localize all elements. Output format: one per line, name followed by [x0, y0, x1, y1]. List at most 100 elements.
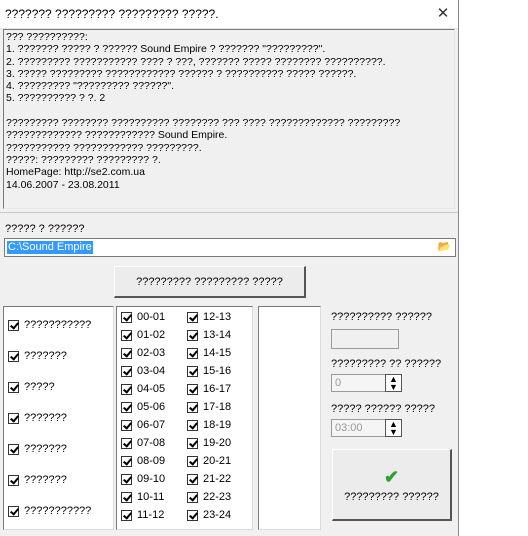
category-checkbox[interactable]: ????? — [8, 381, 55, 393]
hour-checkbox[interactable]: 09-10 — [121, 473, 165, 485]
checkbox-checked-icon[interactable] — [121, 473, 132, 485]
hour-checkbox[interactable]: 00-01 — [121, 311, 165, 323]
info-line: ??? ??????????: — [6, 31, 88, 43]
category-checkbox[interactable]: ??????? — [8, 474, 67, 486]
setting-field-1[interactable] — [331, 329, 399, 349]
hour-checkbox[interactable]: 01-02 — [121, 329, 165, 341]
category-checkbox[interactable]: ??????? — [8, 350, 67, 362]
setting-field-2[interactable]: 0 — [331, 374, 386, 392]
hour-label: 07-08 — [137, 437, 166, 449]
hour-checkbox[interactable]: 06-07 — [121, 419, 165, 431]
setting-label-3: ????? ?????? ????? — [331, 403, 435, 415]
hour-checkbox[interactable]: 10-11 — [121, 491, 164, 503]
checkbox-checked-icon[interactable] — [8, 412, 19, 424]
category-label: ??????????? — [24, 505, 92, 517]
hour-checkbox[interactable]: 22-23 — [187, 491, 231, 503]
checkbox-checked-icon[interactable] — [187, 455, 198, 467]
checkbox-checked-icon[interactable] — [121, 401, 132, 413]
hour-checkbox[interactable]: 03-04 — [121, 365, 165, 377]
checkbox-checked-icon[interactable] — [8, 319, 19, 331]
spinner-arrows-icon[interactable]: ▲ ▼ — [385, 419, 402, 437]
hour-checkbox[interactable]: 08-09 — [121, 455, 165, 467]
checkbox-checked-icon[interactable] — [187, 491, 198, 503]
hour-label: 11-12 — [137, 509, 165, 521]
info-line: 2. ????????? ??????????? ???? ? ???, ???… — [6, 55, 386, 68]
hour-label: 06-07 — [137, 419, 166, 431]
folder-path[interactable]: C:\Sound Empire — [7, 241, 93, 254]
process-button[interactable]: ????????? ????????? ????? — [114, 266, 306, 298]
hour-checkbox[interactable]: 12-13 — [187, 311, 231, 323]
checkbox-checked-icon[interactable] — [187, 419, 198, 431]
checkbox-checked-icon[interactable] — [8, 443, 19, 455]
hour-label: 04-05 — [137, 383, 166, 395]
checkbox-checked-icon[interactable] — [121, 347, 132, 359]
category-label: ??????? — [24, 474, 67, 486]
info-line — [6, 105, 452, 117]
category-checkbox[interactable]: ??????????? — [8, 319, 91, 331]
checkbox-checked-icon[interactable] — [121, 455, 132, 467]
category-checkbox[interactable]: ??????? — [8, 443, 67, 455]
hour-checkbox[interactable]: 05-06 — [121, 401, 165, 413]
checkbox-checked-icon[interactable] — [187, 329, 198, 341]
checkbox-checked-icon[interactable] — [187, 365, 198, 377]
hour-label: 17-18 — [203, 401, 232, 413]
checkbox-checked-icon[interactable] — [187, 473, 198, 485]
checkbox-checked-icon[interactable] — [121, 365, 132, 377]
checkbox-checked-icon[interactable] — [8, 474, 19, 486]
checkbox-checked-icon[interactable] — [121, 509, 132, 521]
hour-checkbox[interactable]: 21-22 — [187, 473, 231, 485]
empty-list[interactable] — [258, 306, 321, 530]
checkbox-checked-icon[interactable] — [121, 419, 132, 431]
hours-panel: 00-01 01-02 02-03 03-04 04-05 05-06 06-07 07-08… — [116, 306, 253, 530]
checkbox-checked-icon[interactable] — [121, 491, 132, 503]
hour-checkbox[interactable]: 13-14 — [187, 329, 231, 341]
checkbox-checked-icon[interactable] — [121, 437, 132, 449]
close-icon[interactable]: ✕ — [428, 2, 458, 26]
folder-input[interactable]: C:\Sound Empire 📂 — [4, 238, 456, 257]
hour-label: 05-06 — [137, 401, 166, 413]
hour-checkbox[interactable]: 02-03 — [121, 347, 165, 359]
hour-label: 15-16 — [203, 365, 232, 377]
category-checkbox[interactable]: ??????? — [8, 412, 67, 424]
checkbox-checked-icon[interactable] — [8, 381, 19, 393]
hour-checkbox[interactable]: 11-12 — [121, 509, 164, 521]
hour-checkbox[interactable]: 07-08 — [121, 437, 165, 449]
checkbox-checked-icon[interactable] — [187, 437, 198, 449]
checkbox-checked-icon[interactable] — [8, 350, 19, 362]
checkbox-checked-icon[interactable] — [187, 509, 198, 521]
hour-label: 02-03 — [137, 347, 166, 359]
hour-checkbox[interactable]: 17-18 — [187, 401, 231, 413]
checkbox-checked-icon[interactable] — [187, 347, 198, 359]
hour-label: 16-17 — [203, 383, 232, 395]
hour-checkbox[interactable]: 14-15 — [187, 347, 231, 359]
hour-checkbox[interactable]: 19-20 — [187, 437, 231, 449]
hour-label: 08-09 — [137, 455, 166, 467]
checkbox-checked-icon[interactable] — [121, 383, 132, 395]
spinner-arrows-icon[interactable]: ▲ ▼ — [385, 374, 402, 392]
checkbox-checked-icon[interactable] — [187, 383, 198, 395]
info-line: ?????: ????????? ????????? ?. — [6, 153, 161, 166]
checkbox-checked-icon[interactable] — [187, 311, 198, 323]
hour-label: 18-19 — [203, 419, 232, 431]
setting-field-3[interactable]: 03:00 — [331, 419, 386, 437]
hour-checkbox[interactable]: 20-21 — [187, 455, 231, 467]
hour-label: 01-02 — [137, 329, 166, 341]
category-checkbox[interactable]: ??????????? — [8, 505, 91, 517]
hour-checkbox[interactable]: 23-24 — [187, 509, 231, 521]
open-folder-icon[interactable]: 📂 — [436, 240, 453, 255]
checkbox-checked-icon[interactable] — [8, 505, 19, 517]
checkbox-checked-icon[interactable] — [187, 401, 198, 413]
hour-checkbox[interactable]: 15-16 — [187, 365, 231, 377]
category-label: ??????? — [24, 350, 67, 362]
instructions-text: ??? ??????????: 1. ??????? ????? ? ??????… — [3, 29, 455, 209]
hour-checkbox[interactable]: 16-17 — [187, 383, 231, 395]
checkbox-checked-icon[interactable] — [121, 329, 132, 341]
hour-checkbox[interactable]: 18-19 — [187, 419, 231, 431]
hour-checkbox[interactable]: 04-05 — [121, 383, 165, 395]
info-line: 3. ????? ????????? ???????????? ?????? ?… — [6, 67, 357, 80]
info-line: ????????? ???????? ?????????? ???????? ?… — [6, 117, 401, 130]
start-button[interactable]: ✔ ????????? ?????? — [332, 449, 452, 521]
checkbox-checked-icon[interactable] — [121, 311, 132, 323]
hour-label: 23-24 — [203, 509, 232, 521]
hour-label: 09-10 — [137, 473, 166, 485]
